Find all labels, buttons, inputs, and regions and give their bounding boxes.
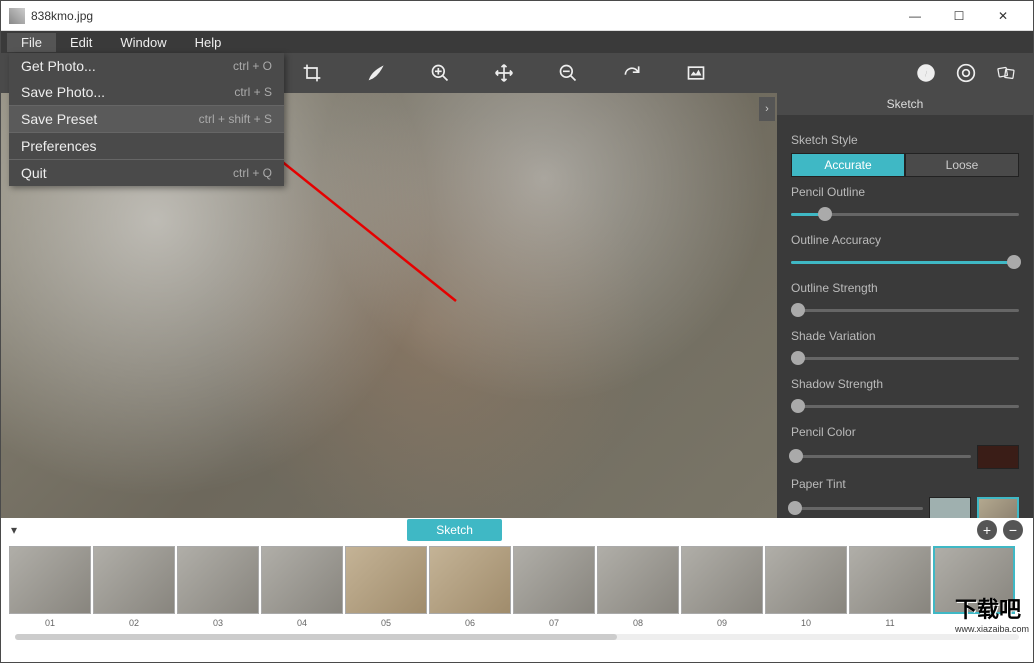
collapse-panel-button[interactable]: › (759, 97, 775, 121)
paper-tint-swatch[interactable] (929, 497, 971, 518)
style-segment: Accurate Loose (791, 153, 1019, 177)
dice-button[interactable] (987, 55, 1025, 91)
zoom-in-button[interactable] (421, 55, 459, 91)
zoom-out-button[interactable] (549, 55, 587, 91)
save-photo-label: Save Photo... (21, 84, 105, 100)
info-button[interactable]: i (907, 55, 945, 91)
menu-window[interactable]: Window (106, 33, 180, 52)
outline-accuracy-label: Outline Accuracy (791, 233, 1019, 247)
outline-strength-label: Outline Strength (791, 281, 1019, 295)
compare-button[interactable] (677, 55, 715, 91)
thumb-04[interactable] (261, 546, 343, 614)
maximize-button[interactable]: ☐ (937, 2, 981, 30)
thumb-09[interactable] (681, 546, 763, 614)
brush-button[interactable] (357, 55, 395, 91)
menu-edit[interactable]: Edit (56, 33, 106, 52)
preferences-item[interactable]: Preferences (9, 133, 284, 159)
thumb-05[interactable] (345, 546, 427, 614)
pencil-color-label: Pencil Color (791, 425, 1019, 439)
panel-title: Sketch (777, 93, 1033, 115)
thumb-08[interactable] (597, 546, 679, 614)
save-photo-shortcut: ctrl + S (234, 85, 272, 99)
quit-item[interactable]: Quit ctrl + Q (9, 160, 284, 186)
thumb-10[interactable] (765, 546, 847, 614)
get-photo-item[interactable]: Get Photo... ctrl + O (9, 53, 284, 79)
thumb-12[interactable] (933, 546, 1015, 614)
outline-accuracy-slider[interactable] (791, 253, 1019, 273)
thumbnail-scrollbar[interactable] (1, 634, 1033, 644)
pencil-color-swatch[interactable] (977, 445, 1019, 469)
thumb-01[interactable] (9, 546, 91, 614)
close-button[interactable]: ✕ (981, 2, 1025, 30)
style-label: Sketch Style (791, 133, 1019, 147)
pencil-outline-label: Pencil Outline (791, 185, 1019, 199)
help-button[interactable] (947, 55, 985, 91)
thumbnail-strip: 01 02 03 04 05 06 07 08 09 10 11 (1, 542, 1033, 634)
quit-shortcut: ctrl + Q (233, 166, 272, 180)
right-panel: Sketch Sketch Style Accurate Loose Penci… (777, 93, 1033, 518)
crop-button[interactable] (293, 55, 331, 91)
redo-button[interactable] (613, 55, 651, 91)
save-photo-item[interactable]: Save Photo... ctrl + S (9, 79, 284, 105)
menubar: File Edit Window Help (1, 31, 1033, 53)
shadow-strength-label: Shadow Strength (791, 377, 1019, 391)
menu-file[interactable]: File (7, 33, 56, 52)
file-dropdown: Get Photo... ctrl + O Save Photo... ctrl… (9, 53, 284, 186)
preferences-label: Preferences (21, 138, 96, 154)
shade-variation-slider[interactable] (791, 349, 1019, 369)
titlebar: 838kmo.jpg — ☐ ✕ (1, 1, 1033, 31)
get-photo-shortcut: ctrl + O (233, 59, 272, 73)
minimize-button[interactable]: — (893, 2, 937, 30)
app-icon (9, 8, 25, 24)
preset-button[interactable]: Sketch (407, 519, 502, 541)
menu-help[interactable]: Help (181, 33, 236, 52)
shadow-strength-slider[interactable] (791, 397, 1019, 417)
save-preset-item[interactable]: Save Preset ctrl + shift + S (9, 106, 284, 132)
quit-label: Quit (21, 165, 47, 181)
thumb-03[interactable] (177, 546, 259, 614)
paper-texture-swatch[interactable] (977, 497, 1019, 518)
pan-button[interactable] (485, 55, 523, 91)
paper-tint-label: Paper Tint (791, 477, 1019, 491)
chevron-down-icon[interactable]: ▾ (11, 523, 17, 537)
thumb-06[interactable] (429, 546, 511, 614)
window-title: 838kmo.jpg (31, 9, 893, 23)
preset-bar: ▾ Sketch + − (1, 518, 1033, 542)
thumb-11[interactable] (849, 546, 931, 614)
paper-tint-slider[interactable] (791, 499, 923, 518)
thumb-02[interactable] (93, 546, 175, 614)
save-preset-label: Save Preset (21, 111, 97, 127)
shade-variation-label: Shade Variation (791, 329, 1019, 343)
save-preset-shortcut: ctrl + shift + S (199, 112, 272, 126)
outline-strength-slider[interactable] (791, 301, 1019, 321)
thumb-07[interactable] (513, 546, 595, 614)
remove-preset-button[interactable]: − (1003, 520, 1023, 540)
add-preset-button[interactable]: + (977, 520, 997, 540)
accurate-button[interactable]: Accurate (791, 153, 905, 177)
loose-button[interactable]: Loose (905, 153, 1019, 177)
svg-text:i: i (925, 67, 928, 80)
pencil-color-slider[interactable] (791, 447, 971, 467)
get-photo-label: Get Photo... (21, 58, 96, 74)
pencil-outline-slider[interactable] (791, 205, 1019, 225)
